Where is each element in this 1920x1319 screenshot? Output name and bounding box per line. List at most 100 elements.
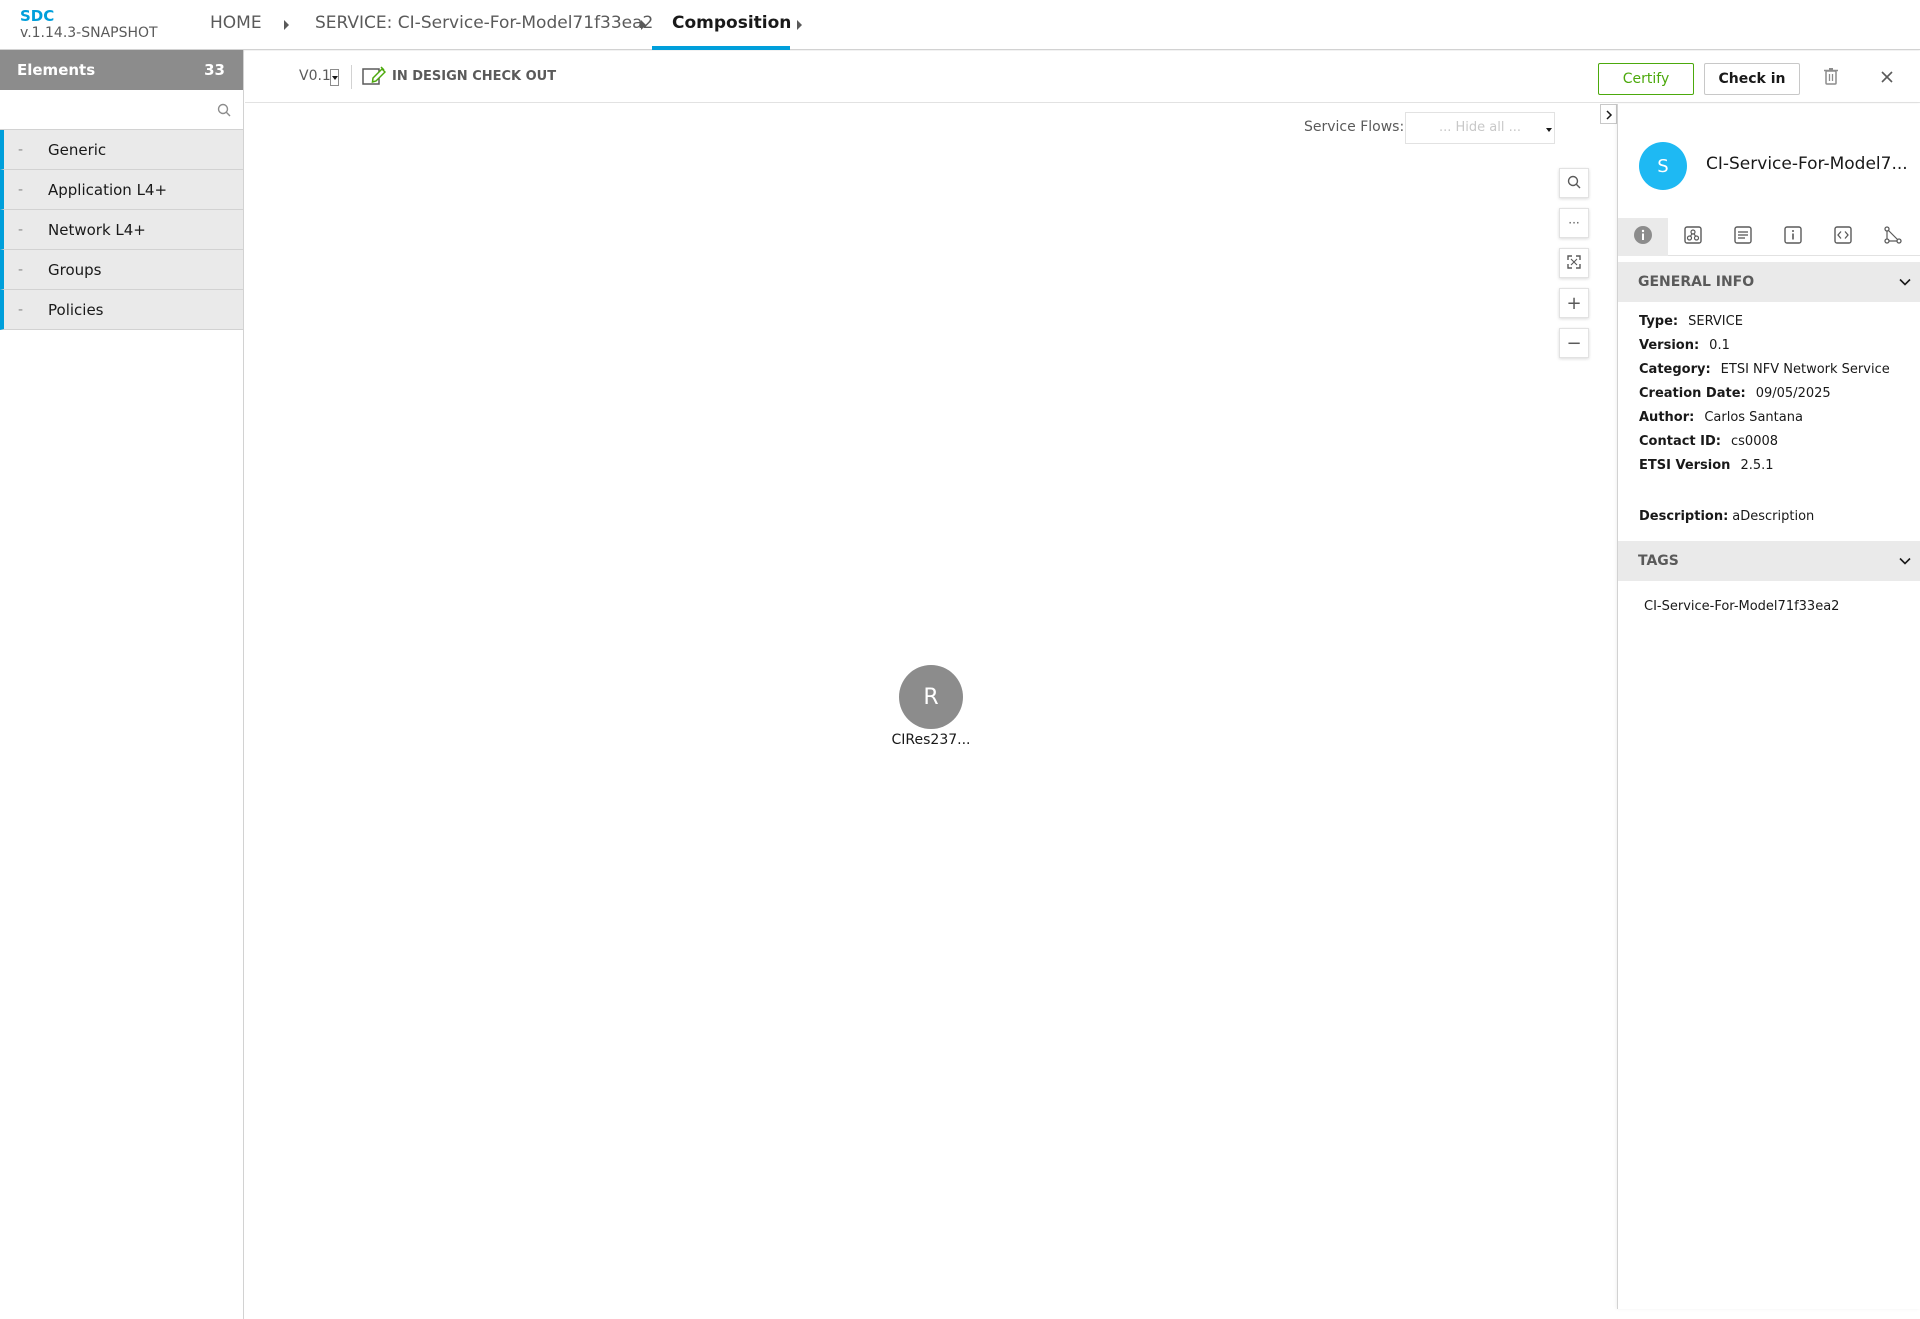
palette-group-label: Groups — [48, 260, 102, 279]
paths-icon — [1883, 225, 1903, 249]
palette-group-label: Generic — [48, 140, 107, 159]
info-key: Description: — [1639, 509, 1729, 524]
info-row-etsi-version: ETSI Version 2.5.1 — [1639, 458, 1774, 473]
breadcrumb-arrow-icon[interactable] — [284, 20, 289, 30]
panel-title: CI-Service-For-Model7... — [1706, 154, 1908, 174]
checkout-edit-icon — [362, 66, 387, 90]
info-value: SERVICE — [1688, 314, 1743, 329]
info-value: 09/05/2025 — [1755, 386, 1831, 401]
info-row-author: Author: Carlos Santana — [1639, 410, 1803, 425]
elements-palette: Elements 33 - Generic - Application L4+ … — [0, 50, 244, 1319]
info-row-creation-date: Creation Date: 09/05/2025 — [1639, 386, 1831, 401]
collapse-dash-icon: - — [18, 301, 24, 318]
breadcrumb-arrow-icon[interactable] — [641, 20, 646, 30]
zoom-in-icon: + — [1566, 292, 1582, 314]
section-title: TAGS — [1638, 553, 1679, 569]
tab-properties[interactable] — [1768, 218, 1818, 256]
chevron-right-icon — [1605, 105, 1613, 124]
info-row-contact-id: Contact ID: cs0008 — [1639, 434, 1778, 449]
palette-group-label: Policies — [48, 300, 104, 319]
breadcrumb-arrow-icon[interactable] — [797, 20, 802, 30]
toolbar-divider — [351, 65, 352, 89]
palette-group-label: Network L4+ — [48, 220, 146, 239]
collapse-dash-icon: - — [18, 141, 24, 158]
general-info-section-header[interactable]: GENERAL INFO — [1618, 262, 1920, 302]
app-version: v.1.14.3-SNAPSHOT — [20, 25, 158, 41]
top-navigation-bar: SDC v.1.14.3-SNAPSHOT HOME SERVICE: CI-S… — [0, 0, 1920, 50]
check-in-button[interactable]: Check in — [1704, 63, 1800, 95]
panel-tabs — [1618, 218, 1920, 256]
chevron-down-icon — [1899, 274, 1911, 290]
service-flows-select[interactable]: ... Hide all ... — [1405, 112, 1555, 144]
info-value: cs0008 — [1731, 434, 1779, 449]
canvas-node-label: CIRes237... — [891, 732, 971, 748]
breadcrumb-service[interactable]: SERVICE: CI-Service-For-Model71f33ea2 — [315, 13, 653, 33]
collapse-dash-icon: - — [18, 181, 24, 198]
info-value: aDescription — [1732, 509, 1815, 524]
info-row-category: Category: ETSI NFV Network Service — [1639, 362, 1890, 377]
right-panel-toggle[interactable] — [1600, 104, 1617, 124]
canvas-search-button[interactable] — [1559, 168, 1589, 198]
chevron-down-icon — [1899, 553, 1911, 569]
zoom-in-button[interactable]: + — [1559, 288, 1589, 318]
palette-group-policies[interactable]: - Policies — [0, 290, 243, 330]
breadcrumb-composition[interactable]: Composition — [672, 13, 791, 33]
certify-button[interactable]: Certify — [1598, 63, 1694, 95]
version-selector[interactable]: V0.1 — [299, 68, 331, 84]
palette-group-generic[interactable]: - Generic — [0, 130, 243, 170]
tab-deployment[interactable] — [1718, 218, 1768, 256]
close-icon[interactable] — [1880, 69, 1894, 88]
tab-general-info[interactable] — [1618, 218, 1668, 256]
info-value: 0.1 — [1709, 338, 1730, 353]
tab-composition[interactable] — [1668, 218, 1718, 256]
palette-group-application[interactable]: - Application L4+ — [0, 170, 243, 210]
info-value: 2.5.1 — [1740, 458, 1774, 473]
trash-icon[interactable] — [1823, 67, 1839, 89]
info-row-version: Version: 0.1 — [1639, 338, 1730, 353]
info-value: ETSI NFV Network Service — [1720, 362, 1890, 377]
api-icon — [1833, 225, 1853, 249]
info-key: Contact ID: — [1639, 434, 1721, 449]
info-row-description: Description: aDescription — [1639, 509, 1814, 524]
properties-icon — [1783, 225, 1803, 249]
info-value: Carlos Santana — [1704, 410, 1803, 425]
active-breadcrumb-indicator — [652, 46, 790, 50]
palette-title: Elements — [17, 61, 96, 79]
fit-icon — [1567, 253, 1581, 274]
breadcrumb-home[interactable]: HOME — [210, 13, 262, 33]
palette-search — [0, 90, 243, 130]
info-key: Creation Date: — [1639, 386, 1746, 401]
zoom-out-icon: − — [1566, 332, 1582, 354]
palette-count: 33 — [204, 61, 225, 79]
brand-name: SDC — [20, 7, 55, 25]
canvas-fit-button[interactable] — [1559, 248, 1589, 278]
brand[interactable]: SDC v.1.14.3-SNAPSHOT — [20, 7, 158, 42]
composition-icon — [1683, 225, 1703, 249]
info-key: Version: — [1639, 338, 1700, 353]
lifecycle-status: IN DESIGN CHECK OUT — [392, 69, 557, 84]
tag-item: CI-Service-For-Model71f33ea2 — [1644, 599, 1840, 614]
composition-canvas[interactable]: Service Flows: ... Hide all ... ··· + − … — [245, 104, 1616, 1309]
canvas-more-button[interactable]: ··· — [1559, 208, 1589, 238]
tags-section-header[interactable]: TAGS — [1618, 541, 1920, 581]
chevron-down-icon[interactable] — [1546, 128, 1552, 132]
service-avatar: S — [1639, 142, 1687, 190]
palette-header: Elements 33 — [0, 50, 243, 90]
palette-search-input[interactable] — [0, 90, 243, 129]
zoom-out-button[interactable]: − — [1559, 328, 1589, 358]
palette-group-groups[interactable]: - Groups — [0, 250, 243, 290]
info-key: ETSI Version — [1639, 458, 1731, 473]
collapse-dash-icon: - — [18, 221, 24, 238]
version-dropdown-icon[interactable] — [330, 69, 339, 86]
tab-api[interactable] — [1818, 218, 1868, 256]
collapse-dash-icon: - — [18, 261, 24, 278]
search-icon[interactable] — [217, 102, 231, 121]
info-key: Category: — [1639, 362, 1711, 377]
palette-group-label: Application L4+ — [48, 180, 168, 199]
info-key: Author: — [1639, 410, 1695, 425]
section-title: GENERAL INFO — [1638, 274, 1755, 290]
canvas-node[interactable]: R — [899, 665, 963, 729]
info-icon — [1633, 225, 1653, 249]
tab-paths[interactable] — [1868, 218, 1918, 256]
palette-group-network[interactable]: - Network L4+ — [0, 210, 243, 250]
